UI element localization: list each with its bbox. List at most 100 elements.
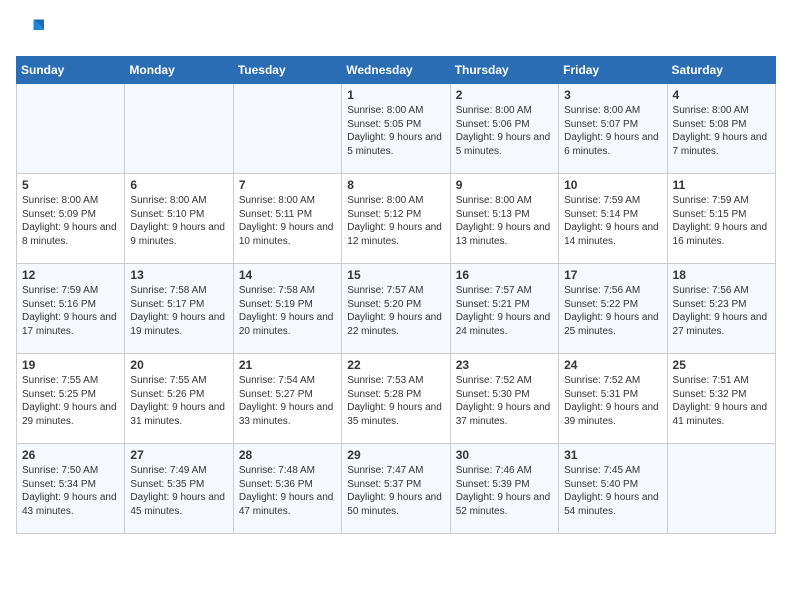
day-number: 17: [564, 268, 661, 282]
day-info: Sunrise: 8:00 AM Sunset: 5:08 PM Dayligh…: [673, 104, 770, 158]
calendar-cell: 9 Sunrise: 8:00 AM Sunset: 5:13 PM Daylig…: [450, 174, 558, 264]
calendar-cell: 14 Sunrise: 7:58 AM Sunset: 5:19 PM Dayli…: [233, 264, 341, 354]
calendar-table: SundayMondayTuesdayWednesdayThursdayFrid…: [16, 56, 776, 534]
day-info: Sunrise: 8:00 AM Sunset: 5:07 PM Dayligh…: [564, 104, 661, 158]
header-sunday: Sunday: [17, 57, 125, 84]
week-row-5: 26 Sunrise: 7:50 AM Sunset: 5:34 PM Dayli…: [17, 444, 776, 534]
day-number: 21: [239, 358, 336, 372]
day-info: Sunrise: 8:00 AM Sunset: 5:06 PM Dayligh…: [456, 104, 553, 158]
calendar-cell: 29 Sunrise: 7:47 AM Sunset: 5:37 PM Dayli…: [342, 444, 450, 534]
day-info: Sunrise: 8:00 AM Sunset: 5:11 PM Dayligh…: [239, 194, 336, 248]
calendar-cell: 5Sunrise: 8:00 AM Sunset: 5:09 PM Daylig…: [17, 174, 125, 264]
day-info: Sunrise: 7:59 AM Sunset: 5:14 PM Dayligh…: [564, 194, 661, 248]
day-number: 26: [22, 448, 119, 462]
calendar-cell: 20Sunrise: 7:55 AM Sunset: 5:26 PM Dayli…: [125, 354, 233, 444]
day-info: Sunrise: 7:52 AM Sunset: 5:31 PM Dayligh…: [564, 374, 661, 428]
calendar-cell: 26 Sunrise: 7:50 AM Sunset: 5:34 PM Dayli…: [17, 444, 125, 534]
day-number: 7: [239, 178, 336, 192]
day-info: Sunrise: 7:57 AM Sunset: 5:20 PM Dayligh…: [347, 284, 444, 338]
day-info: Sunrise: 7:52 AM Sunset: 5:30 PM Dayligh…: [456, 374, 553, 428]
day-info: Sunrise: 7:46 AM Sunset: 5:39 PM Dayligh…: [456, 464, 553, 518]
header-wednesday: Wednesday: [342, 57, 450, 84]
day-number: 27: [130, 448, 227, 462]
calendar-cell: 16 Sunrise: 7:57 AM Sunset: 5:21 PM Dayli…: [450, 264, 558, 354]
day-info: Sunrise: 7:59 AM Sunset: 5:16 PM Dayligh…: [22, 284, 119, 338]
calendar-cell: 30 Sunrise: 7:46 AM Sunset: 5:39 PM Dayli…: [450, 444, 558, 534]
day-number: 31: [564, 448, 661, 462]
day-number: 11: [673, 178, 770, 192]
calendar-cell: 24Sunrise: 7:52 AM Sunset: 5:31 PM Dayli…: [559, 354, 667, 444]
day-info: Sunrise: 8:00 AM Sunset: 5:13 PM Dayligh…: [456, 194, 553, 248]
day-info: Sunrise: 7:59 AM Sunset: 5:15 PM Dayligh…: [673, 194, 770, 248]
calendar-cell: 7 Sunrise: 8:00 AM Sunset: 5:11 PM Daylig…: [233, 174, 341, 264]
day-number: 13: [130, 268, 227, 282]
calendar-cell: 21 Sunrise: 7:54 AM Sunset: 5:27 PM Dayli…: [233, 354, 341, 444]
day-number: 29: [347, 448, 444, 462]
calendar-cell: 23 Sunrise: 7:52 AM Sunset: 5:30 PM Dayli…: [450, 354, 558, 444]
day-number: 30: [456, 448, 553, 462]
calendar-cell: 1Sunrise: 8:00 AM Sunset: 5:05 PM Daylig…: [342, 84, 450, 174]
page-header: [16, 16, 776, 44]
day-info: Sunrise: 7:55 AM Sunset: 5:25 PM Dayligh…: [22, 374, 119, 428]
day-info: Sunrise: 7:48 AM Sunset: 5:36 PM Dayligh…: [239, 464, 336, 518]
day-number: 18: [673, 268, 770, 282]
day-info: Sunrise: 7:47 AM Sunset: 5:37 PM Dayligh…: [347, 464, 444, 518]
days-header-row: SundayMondayTuesdayWednesdayThursdayFrid…: [17, 57, 776, 84]
day-number: 5: [22, 178, 119, 192]
day-number: 22: [347, 358, 444, 372]
day-info: Sunrise: 7:56 AM Sunset: 5:23 PM Dayligh…: [673, 284, 770, 338]
calendar-cell: 31 Sunrise: 7:45 AM Sunset: 5:40 PM Dayli…: [559, 444, 667, 534]
day-number: 8: [347, 178, 444, 192]
day-number: 10: [564, 178, 661, 192]
day-number: 3: [564, 88, 661, 102]
week-row-2: 5Sunrise: 8:00 AM Sunset: 5:09 PM Daylig…: [17, 174, 776, 264]
calendar-cell: 11 Sunrise: 7:59 AM Sunset: 5:15 PM Dayli…: [667, 174, 775, 264]
calendar-cell: [233, 84, 341, 174]
day-info: Sunrise: 7:58 AM Sunset: 5:17 PM Dayligh…: [130, 284, 227, 338]
calendar-cell: 2 Sunrise: 8:00 AM Sunset: 5:06 PM Daylig…: [450, 84, 558, 174]
day-number: 4: [673, 88, 770, 102]
logo: [16, 16, 48, 44]
day-info: Sunrise: 7:57 AM Sunset: 5:21 PM Dayligh…: [456, 284, 553, 338]
day-number: 14: [239, 268, 336, 282]
calendar-cell: 3 Sunrise: 8:00 AM Sunset: 5:07 PM Daylig…: [559, 84, 667, 174]
day-number: 25: [673, 358, 770, 372]
day-info: Sunrise: 7:50 AM Sunset: 5:34 PM Dayligh…: [22, 464, 119, 518]
calendar-cell: 4 Sunrise: 8:00 AM Sunset: 5:08 PM Daylig…: [667, 84, 775, 174]
day-info: Sunrise: 7:54 AM Sunset: 5:27 PM Dayligh…: [239, 374, 336, 428]
calendar-cell: 19Sunrise: 7:55 AM Sunset: 5:25 PM Dayli…: [17, 354, 125, 444]
calendar-cell: 22 Sunrise: 7:53 AM Sunset: 5:28 PM Dayli…: [342, 354, 450, 444]
week-row-1: 1Sunrise: 8:00 AM Sunset: 5:05 PM Daylig…: [17, 84, 776, 174]
day-number: 16: [456, 268, 553, 282]
day-number: 1: [347, 88, 444, 102]
header-saturday: Saturday: [667, 57, 775, 84]
week-row-4: 19Sunrise: 7:55 AM Sunset: 5:25 PM Dayli…: [17, 354, 776, 444]
calendar-cell: 25 Sunrise: 7:51 AM Sunset: 5:32 PM Dayli…: [667, 354, 775, 444]
calendar-cell: 13 Sunrise: 7:58 AM Sunset: 5:17 PM Dayli…: [125, 264, 233, 354]
day-info: Sunrise: 7:51 AM Sunset: 5:32 PM Dayligh…: [673, 374, 770, 428]
calendar-cell: [125, 84, 233, 174]
calendar-cell: [17, 84, 125, 174]
day-info: Sunrise: 7:53 AM Sunset: 5:28 PM Dayligh…: [347, 374, 444, 428]
day-number: 9: [456, 178, 553, 192]
header-monday: Monday: [125, 57, 233, 84]
calendar-cell: 10 Sunrise: 7:59 AM Sunset: 5:14 PM Dayli…: [559, 174, 667, 264]
header-tuesday: Tuesday: [233, 57, 341, 84]
day-number: 2: [456, 88, 553, 102]
calendar-cell: 27 Sunrise: 7:49 AM Sunset: 5:35 PM Dayli…: [125, 444, 233, 534]
calendar-cell: 28Sunrise: 7:48 AM Sunset: 5:36 PM Dayli…: [233, 444, 341, 534]
day-info: Sunrise: 7:56 AM Sunset: 5:22 PM Dayligh…: [564, 284, 661, 338]
calendar-cell: 8Sunrise: 8:00 AM Sunset: 5:12 PM Daylig…: [342, 174, 450, 264]
day-info: Sunrise: 7:55 AM Sunset: 5:26 PM Dayligh…: [130, 374, 227, 428]
day-number: 23: [456, 358, 553, 372]
header-friday: Friday: [559, 57, 667, 84]
day-info: Sunrise: 7:45 AM Sunset: 5:40 PM Dayligh…: [564, 464, 661, 518]
calendar-cell: 12Sunrise: 7:59 AM Sunset: 5:16 PM Dayli…: [17, 264, 125, 354]
day-number: 15: [347, 268, 444, 282]
calendar-cell: 15 Sunrise: 7:57 AM Sunset: 5:20 PM Dayli…: [342, 264, 450, 354]
day-info: Sunrise: 7:58 AM Sunset: 5:19 PM Dayligh…: [239, 284, 336, 338]
day-info: Sunrise: 7:49 AM Sunset: 5:35 PM Dayligh…: [130, 464, 227, 518]
week-row-3: 12Sunrise: 7:59 AM Sunset: 5:16 PM Dayli…: [17, 264, 776, 354]
calendar-cell: 18 Sunrise: 7:56 AM Sunset: 5:23 PM Dayli…: [667, 264, 775, 354]
header-thursday: Thursday: [450, 57, 558, 84]
